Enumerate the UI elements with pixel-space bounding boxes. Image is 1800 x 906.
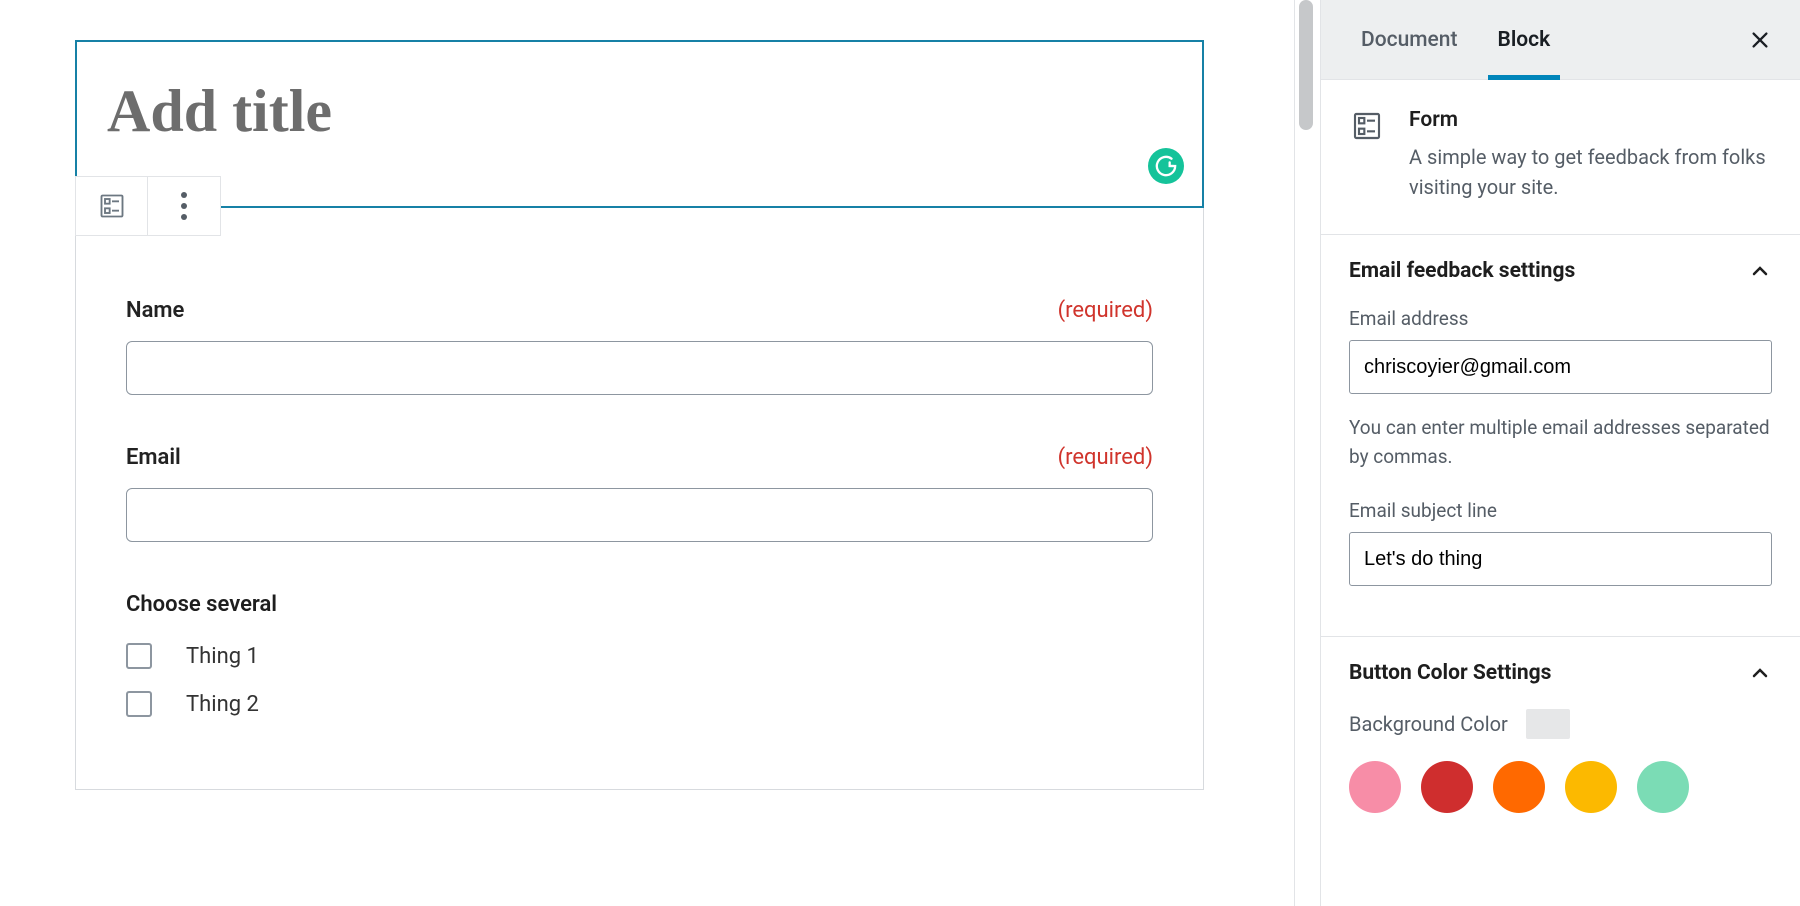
tab-block[interactable]: Block (1478, 0, 1571, 79)
email-address-input[interactable] (1349, 340, 1772, 394)
background-color-label: Background Color (1349, 712, 1508, 736)
app-root: Add title (0, 0, 1800, 906)
color-swatch[interactable] (1637, 761, 1689, 813)
subject-line-input[interactable] (1349, 532, 1772, 586)
form-icon (1349, 108, 1385, 144)
vertical-scrollbar[interactable] (1294, 0, 1320, 906)
email-address-label: Email address (1349, 307, 1772, 330)
choice-checkbox[interactable] (126, 691, 152, 717)
post-title-input[interactable]: Add title (107, 77, 1172, 146)
color-swatch[interactable] (1493, 761, 1545, 813)
more-vertical-icon (181, 192, 187, 220)
tab-document[interactable]: Document (1341, 0, 1478, 79)
field-label: Choose several (126, 592, 1153, 617)
block-description: A simple way to get feedback from folks … (1409, 142, 1772, 202)
choice-option[interactable]: Thing 2 (126, 691, 1153, 717)
choice-checkbox[interactable] (126, 643, 152, 669)
color-swatch[interactable] (1349, 761, 1401, 813)
color-swatch[interactable] (1421, 761, 1473, 813)
field-label: Email (126, 445, 181, 470)
scrollbar-thumb[interactable] (1299, 0, 1313, 130)
button-color-panel: Button Color Settings Background Color (1321, 637, 1800, 843)
form-field-choices: Choose several Thing 1 Thing 2 (126, 592, 1153, 717)
block-type-icon[interactable] (76, 177, 148, 235)
close-icon (1749, 29, 1771, 51)
post-title-block[interactable]: Add title (75, 40, 1204, 208)
chevron-up-icon (1748, 259, 1772, 283)
email-help-text: You can enter multiple email addresses s… (1349, 414, 1772, 471)
sidebar-tabs: Document Block (1321, 0, 1800, 80)
form-field-name: Name (required) (126, 298, 1153, 395)
name-input[interactable] (126, 341, 1153, 395)
chevron-up-icon (1748, 661, 1772, 685)
panel-title: Button Color Settings (1349, 661, 1551, 685)
form-block[interactable]: Name (required) Email (required) Choose … (75, 208, 1204, 790)
required-tag: (required) (1058, 445, 1153, 470)
block-description-panel: Form A simple way to get feedback from f… (1321, 80, 1800, 235)
block-title: Form (1409, 108, 1772, 132)
grammarly-icon[interactable] (1148, 148, 1184, 184)
email-input[interactable] (126, 488, 1153, 542)
close-sidebar-button[interactable] (1740, 20, 1780, 60)
panel-toggle[interactable]: Button Color Settings (1321, 637, 1800, 709)
panel-toggle[interactable]: Email feedback settings (1321, 235, 1800, 307)
field-label: Name (126, 298, 184, 323)
subject-line-label: Email subject line (1349, 499, 1772, 522)
current-color-swatch[interactable] (1526, 709, 1570, 739)
color-swatch[interactable] (1565, 761, 1617, 813)
choice-label: Thing 2 (186, 692, 259, 717)
editor-column: Add title (0, 0, 1294, 906)
block-toolbar (75, 176, 221, 236)
more-options-button[interactable] (148, 177, 220, 235)
choice-option[interactable]: Thing 1 (126, 643, 1153, 669)
color-swatches (1349, 761, 1772, 813)
settings-sidebar: Document Block (1320, 0, 1800, 906)
form-field-email: Email (required) (126, 445, 1153, 542)
email-settings-panel: Email feedback settings Email address Yo… (1321, 235, 1800, 637)
choice-label: Thing 1 (186, 644, 259, 669)
panel-title: Email feedback settings (1349, 259, 1575, 283)
required-tag: (required) (1058, 298, 1153, 323)
